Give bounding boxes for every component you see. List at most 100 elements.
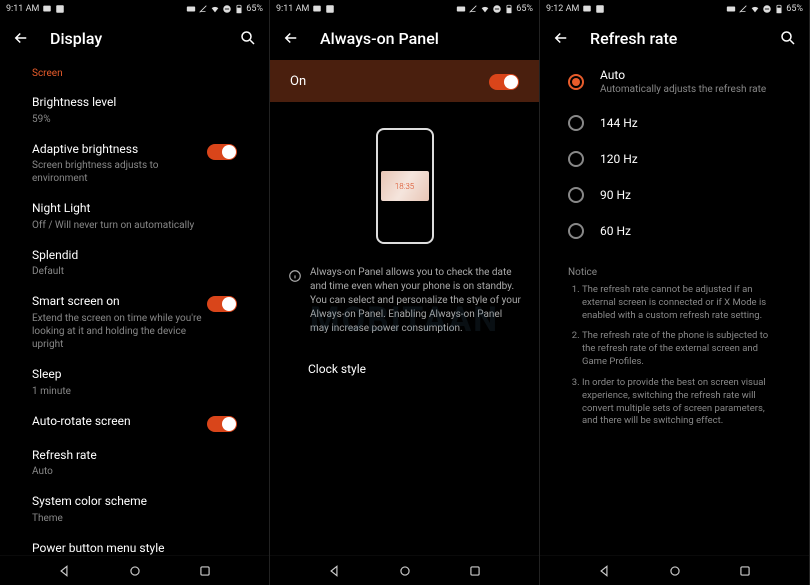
aop-enable-row[interactable]: On	[270, 60, 539, 102]
card-icon	[186, 4, 196, 14]
nav-home[interactable]	[668, 564, 682, 578]
nav-home[interactable]	[398, 564, 412, 578]
notice-heading: Notice	[540, 249, 809, 284]
night-light[interactable]: Night LightOff / Will never turn on auto…	[0, 193, 269, 240]
power-button-menu-style[interactable]: Power button menu styleClassical	[0, 533, 269, 555]
radio-icon	[568, 223, 584, 239]
arrow-left-icon	[12, 29, 30, 47]
message-icon	[582, 4, 592, 14]
search-button[interactable]	[239, 29, 257, 47]
brightness-level[interactable]: Brightness level59%	[0, 87, 269, 134]
back-button[interactable]	[552, 29, 570, 47]
refresh-120[interactable]: 120 Hz	[540, 141, 809, 177]
refresh-144[interactable]: 144 Hz	[540, 105, 809, 141]
adaptive-brightness[interactable]: Adaptive brightnessScreen brightness adj…	[0, 134, 269, 194]
nav-back[interactable]	[597, 564, 611, 578]
square-recent-icon	[738, 564, 752, 578]
nav-back[interactable]	[57, 564, 71, 578]
search-button[interactable]	[779, 29, 797, 47]
picture-icon	[55, 4, 65, 14]
battery-percent: 65%	[786, 4, 803, 14]
wifi-icon	[480, 4, 490, 14]
do-not-disturb-icon	[222, 4, 232, 14]
refresh-rate-screen: 9:12 AM 65% Refresh rate AutoAutomatical…	[540, 0, 810, 585]
triangle-back-icon	[597, 564, 611, 578]
section-screen: Screen	[0, 58, 269, 87]
wifi-icon	[750, 4, 760, 14]
clock-preview: 18:35	[381, 171, 429, 201]
refresh-rate[interactable]: Refresh rateAuto	[0, 440, 269, 487]
header: Display	[0, 18, 269, 58]
no-data-icon	[468, 4, 478, 14]
square-recent-icon	[468, 564, 482, 578]
circle-home-icon	[398, 564, 412, 578]
refresh-90[interactable]: 90 Hz	[540, 177, 809, 213]
message-icon	[312, 4, 322, 14]
aop-on-label: On	[290, 74, 306, 89]
card-icon	[456, 4, 466, 14]
status-bar: 9:11 AM 65%	[270, 0, 539, 18]
sleep[interactable]: Sleep1 minute	[0, 359, 269, 406]
auto-rotate-toggle[interactable]	[207, 416, 237, 432]
radio-icon	[568, 187, 584, 203]
navigation-bar	[540, 555, 809, 585]
clock-style[interactable]: Clock style	[270, 344, 539, 386]
wifi-icon	[210, 4, 220, 14]
status-time: 9:12 AM	[546, 4, 579, 14]
nav-home[interactable]	[128, 564, 142, 578]
aop-toggle[interactable]	[489, 74, 519, 90]
card-icon	[726, 4, 736, 14]
splendid[interactable]: SplendidDefault	[0, 240, 269, 287]
status-bar: 9:11 AM 65%	[0, 0, 269, 18]
no-data-icon	[198, 4, 208, 14]
radio-icon	[568, 151, 584, 167]
header: Refresh rate	[540, 18, 809, 58]
refresh-auto[interactable]: AutoAutomatically adjusts the refresh ra…	[540, 58, 809, 105]
back-button[interactable]	[282, 29, 300, 47]
phone-frame: 18:35	[376, 128, 434, 244]
radio-icon	[568, 74, 584, 90]
refresh-60[interactable]: 60 Hz	[540, 213, 809, 249]
search-icon	[239, 29, 257, 47]
status-time: 9:11 AM	[276, 4, 309, 14]
square-recent-icon	[198, 564, 212, 578]
battery-icon	[504, 4, 514, 14]
navigation-bar	[270, 555, 539, 585]
notice-list: The refresh rate cannot be adjusted if a…	[554, 284, 809, 428]
auto-rotate-screen[interactable]: Auto-rotate screen	[0, 406, 269, 440]
triangle-back-icon	[57, 564, 71, 578]
status-time: 9:11 AM	[6, 4, 39, 14]
arrow-left-icon	[552, 29, 570, 47]
smart-screen-on[interactable]: Smart screen onExtend the screen on time…	[0, 286, 269, 359]
display-settings-screen: 9:11 AM 65% Display Screen Brightness le…	[0, 0, 270, 585]
adaptive-brightness-toggle[interactable]	[207, 144, 237, 160]
nav-recent[interactable]	[738, 564, 752, 578]
info-icon	[288, 268, 302, 287]
nav-recent[interactable]	[468, 564, 482, 578]
always-on-panel-screen: MOBITAAN 9:11 AM 65% Always-on Panel On	[270, 0, 540, 585]
aop-preview: 18:35	[270, 102, 539, 258]
aop-description: Always-on Panel allows you to check the …	[310, 266, 521, 336]
message-icon	[42, 4, 52, 14]
notice-item: The refresh rate cannot be adjusted if a…	[582, 284, 781, 322]
triangle-back-icon	[327, 564, 341, 578]
preview-time: 18:35	[395, 182, 414, 191]
radio-icon	[568, 115, 584, 131]
page-title: Display	[50, 29, 102, 48]
header: Always-on Panel	[270, 18, 539, 58]
nav-back[interactable]	[327, 564, 341, 578]
battery-percent: 65%	[246, 4, 263, 14]
battery-percent: 65%	[516, 4, 533, 14]
navigation-bar	[0, 555, 269, 585]
settings-list: Screen Brightness level59% Adaptive brig…	[0, 58, 269, 555]
system-color-scheme[interactable]: System color schemeTheme	[0, 486, 269, 533]
picture-icon	[325, 4, 335, 14]
aop-info: Always-on Panel allows you to check the …	[270, 258, 539, 344]
back-button[interactable]	[12, 29, 30, 47]
circle-home-icon	[128, 564, 142, 578]
do-not-disturb-icon	[762, 4, 772, 14]
picture-icon	[595, 4, 605, 14]
battery-icon	[774, 4, 784, 14]
nav-recent[interactable]	[198, 564, 212, 578]
smart-screen-toggle[interactable]	[207, 296, 237, 312]
